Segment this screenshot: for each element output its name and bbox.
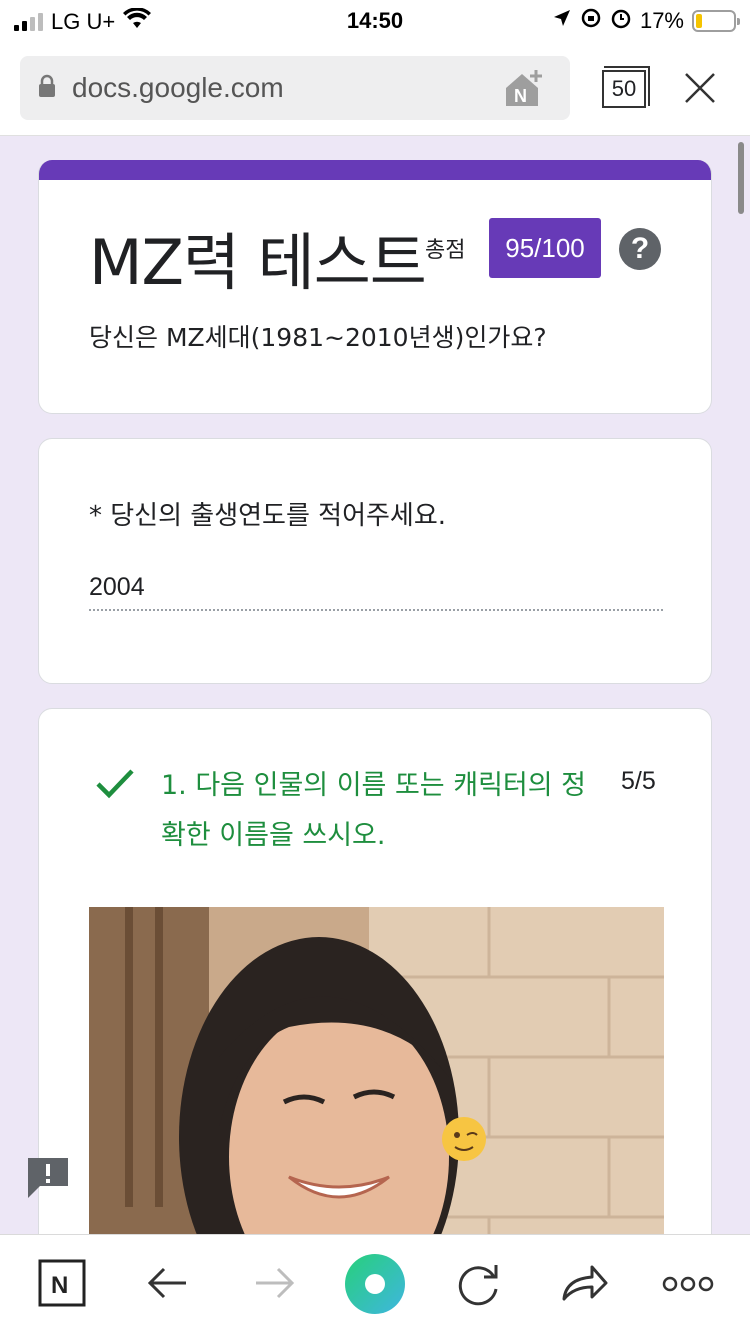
rotation-lock-icon [580, 7, 602, 35]
green-dot-icon[interactable] [344, 1253, 406, 1319]
battery-icon [692, 10, 740, 32]
help-icon[interactable]: ? [619, 228, 661, 270]
form-header-card: MZ력 테스트 총점 95/100 ? 당신은 MZ세대(1981~2010년생… [38, 160, 712, 414]
score-badge: 95/100 [489, 218, 601, 278]
score-label: 총점 [425, 238, 466, 263]
question-text: 1. 다음 인물의 이름 또는 캐릭터의 정확한 이름을 쓰시오. [161, 770, 587, 851]
form-description: 당신은 MZ세대(1981~2010년생)인가요? [89, 323, 547, 352]
share-icon[interactable] [560, 1259, 608, 1311]
scrollbar[interactable] [738, 142, 744, 214]
svg-text:N: N [51, 1272, 68, 1299]
answer-text: 2004 [89, 573, 145, 601]
location-icon [552, 8, 572, 34]
browser-toolbar: docs.google.com N 50 [0, 42, 750, 136]
tabs-button[interactable]: 50 [602, 66, 650, 108]
naver-icon[interactable]: N [38, 1259, 86, 1311]
page-title: MZ력 테스트 [89, 226, 427, 299]
close-icon[interactable] [684, 72, 716, 108]
bottom-toolbar: N [0, 1234, 750, 1334]
refresh-icon[interactable] [456, 1259, 502, 1311]
svg-text:N: N [514, 86, 527, 106]
url-text: docs.google.com [72, 72, 284, 103]
forward-icon[interactable] [252, 1259, 296, 1311]
report-icon[interactable] [28, 1158, 68, 1202]
naver-home-icon[interactable]: N [502, 66, 548, 114]
question-points: 5/5 [621, 767, 656, 795]
title-accent-bar [39, 160, 711, 180]
check-icon [95, 767, 135, 805]
more-icon[interactable] [662, 1275, 714, 1297]
lock-icon [38, 74, 56, 102]
battery-percent: 17% [639, 8, 684, 33]
answer-underline [89, 609, 663, 611]
status-bar: LG U+ 14:50 17% [0, 0, 750, 42]
question-label: * 당신의 출생연도를 적어주세요. [89, 501, 447, 531]
back-icon[interactable] [146, 1259, 190, 1311]
alarm-icon [610, 7, 632, 35]
question-card-birth-year: * 당신의 출생연도를 적어주세요. 2004 [38, 438, 712, 684]
address-bar[interactable]: docs.google.com N [20, 56, 570, 120]
